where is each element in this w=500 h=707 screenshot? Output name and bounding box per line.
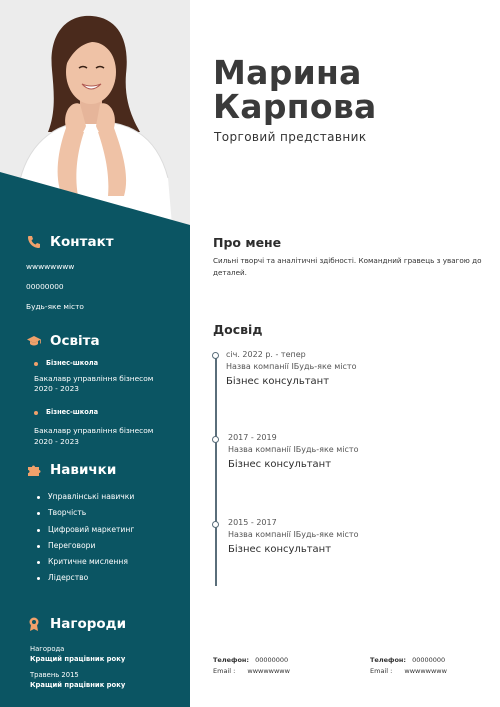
contact-website[interactable]: wwwwwwww <box>26 262 74 271</box>
reference-email-value[interactable]: wwwwwwww <box>404 667 447 675</box>
reference-phone-value[interactable]: 00000000 <box>412 656 445 664</box>
reference-email-label: Email : <box>213 667 236 675</box>
experience-date: 2015 - 2017 <box>228 518 277 527</box>
reference-email: Email : wwwwwwww <box>370 667 447 675</box>
skills-list: Управлінські навички Творчість Цифровий … <box>34 492 134 590</box>
puzzle-icon <box>26 462 42 478</box>
experience-date: січ. 2022 р. - тепер <box>226 350 306 359</box>
timeline-line <box>215 354 217 586</box>
first-name: Марина <box>213 53 362 92</box>
skill-item: Цифровий маркетинг <box>34 525 134 541</box>
contact-heading-text: Контакт <box>50 234 114 250</box>
contact-phone[interactable]: 00000000 <box>26 282 64 291</box>
awards-heading: Нагороди <box>26 616 126 632</box>
reference-phone-label: Телефон: <box>213 656 250 664</box>
reference-phone-label: Телефон: <box>370 656 407 664</box>
timeline-dot <box>211 521 219 528</box>
education-heading-text: Освіта <box>50 333 100 349</box>
award-icon <box>26 616 42 632</box>
reference-phone-value[interactable]: 00000000 <box>255 656 288 664</box>
award-entry: Травень 2015 Кращий працівник року <box>30 670 125 690</box>
profile-photo <box>0 0 190 225</box>
education-heading: Освіта <box>26 333 100 349</box>
contact-address: Будь-яке місто <box>26 302 84 311</box>
education-school: Бізнес-школа <box>46 408 99 416</box>
timeline-dot <box>211 352 219 359</box>
reference-phone: Телефон: 00000000 <box>213 656 288 664</box>
education-degree: Бакалавр управління бізнесом <box>34 426 154 435</box>
experience-title: Бізнес консультант <box>226 376 330 387</box>
experience-company: Назва компанії IБудь-яке місто <box>228 445 359 454</box>
sidebar: Контакт wwwwwwww 00000000 Будь-яке місто… <box>0 0 190 707</box>
candidate-name: Марина Карпова <box>213 56 377 124</box>
award-label: Травень 2015 <box>30 671 79 679</box>
awards-heading-text: Нагороди <box>50 616 127 632</box>
skill-item: Критичне мислення <box>34 557 134 573</box>
experience-date: 2017 - 2019 <box>228 433 277 442</box>
reference-email-label: Email : <box>370 667 393 675</box>
about-text: Сильні творчі та аналітичні здібності. К… <box>213 256 482 277</box>
experience-title: Бізнес консультант <box>228 544 332 555</box>
timeline-dot <box>211 436 219 443</box>
award-entry: Нагорода Кращий працівник року <box>30 644 125 664</box>
experience-heading: Досвід <box>213 322 263 337</box>
skill-item: Творчість <box>34 508 134 524</box>
skills-heading-text: Навички <box>50 462 117 478</box>
award-title: Кращий працівник року <box>30 681 126 689</box>
education-years: 2020 - 2023 <box>34 437 79 446</box>
experience-company: Назва компанії IБудь-яке місто <box>226 362 357 371</box>
graduation-cap-icon <box>26 333 42 349</box>
education-years: 2020 - 2023 <box>34 384 79 393</box>
skill-item: Управлінські навички <box>34 492 134 508</box>
reference-phone: Телефон: 00000000 <box>370 656 445 664</box>
skill-item: Переговори <box>34 541 134 557</box>
education-bullet <box>34 411 38 415</box>
phone-icon <box>26 234 42 250</box>
reference-email-value[interactable]: wwwwwwww <box>247 667 290 675</box>
experience-title: Бізнес консультант <box>228 459 332 470</box>
about-heading: Про мене <box>213 235 282 250</box>
award-label: Нагорода <box>30 645 65 653</box>
education-bullet <box>34 362 38 366</box>
experience-company: Назва компанії IБудь-яке місто <box>228 530 359 539</box>
job-title: Торговий представник <box>214 130 367 144</box>
skills-heading: Навички <box>26 462 116 478</box>
contact-heading: Контакт <box>26 234 114 250</box>
reference-email: Email : wwwwwwww <box>213 667 290 675</box>
award-title: Кращий працівник року <box>30 655 126 663</box>
education-school: Бізнес-школа <box>46 359 99 367</box>
last-name: Карпова <box>213 87 377 126</box>
skill-item: Лідерство <box>34 573 134 589</box>
